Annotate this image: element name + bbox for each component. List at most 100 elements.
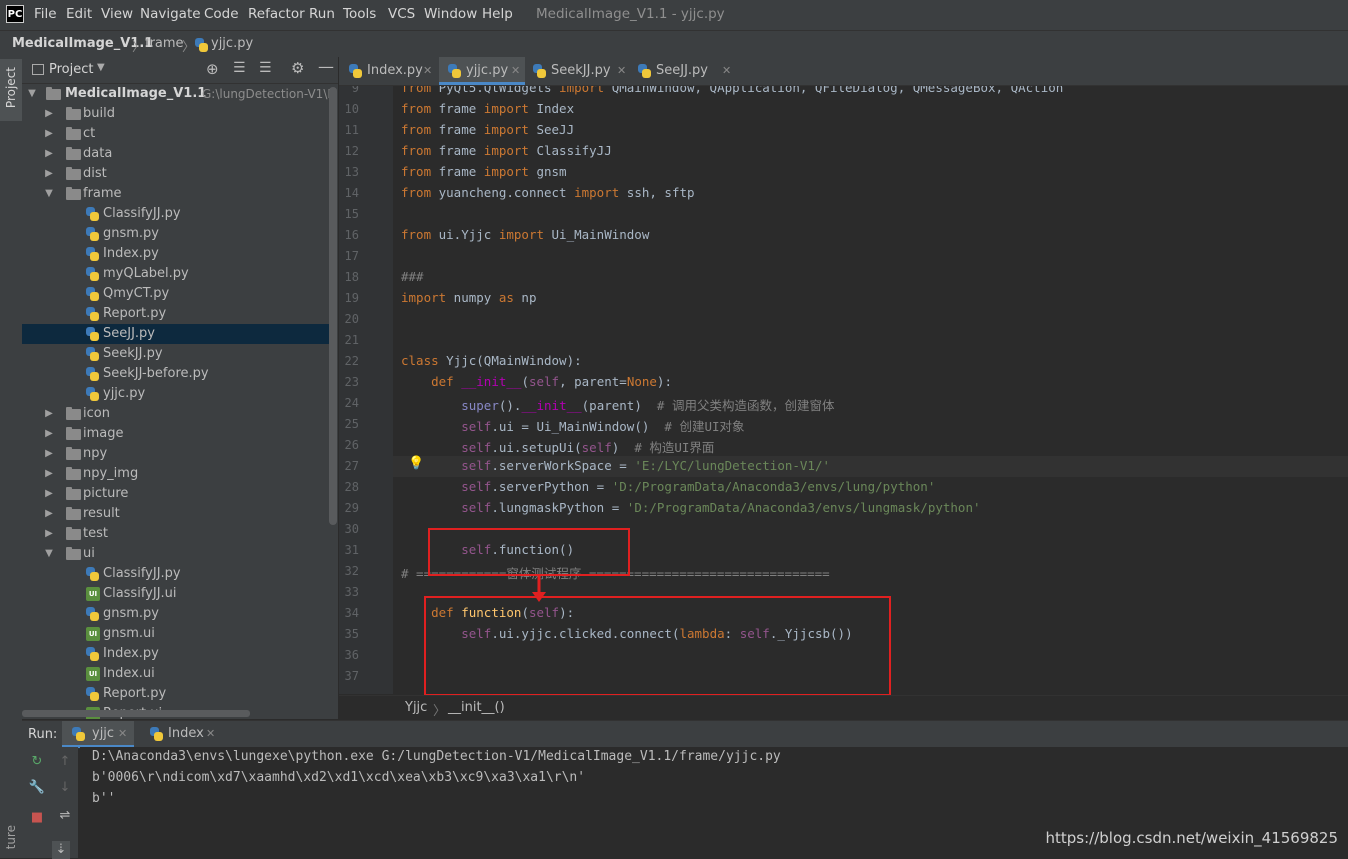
- editor-tab-bar: Index.py ✕ yjjc.py ✕ SeekJJ.py ✕ SeeJJ.p…: [339, 57, 1348, 86]
- line-number: 11: [344, 123, 359, 137]
- python-file-icon: [195, 38, 208, 52]
- code-lines: 9 from PyQt5.QtWidgets import QMainWindow…: [0, 86, 1348, 694]
- line-number: 36: [344, 648, 359, 662]
- code-line: from frame import gnsm: [401, 164, 567, 179]
- structure-tool-label[interactable]: ture: [4, 825, 18, 849]
- lightbulb-icon[interactable]: 💡: [408, 456, 424, 471]
- tab-seekjj-py[interactable]: SeekJJ.py ✕: [529, 57, 629, 85]
- watermark: https://blog.csdn.net/weixin_41569825: [1045, 829, 1338, 847]
- run-tab-bar: Run: yjjc ✕ Index ✕: [22, 720, 1348, 749]
- gear-icon[interactable]: ⚙: [291, 59, 304, 77]
- highlight-box-definition: [424, 596, 891, 696]
- code-line: super().__init__(parent) # 调用父类构造函数，创建窗体: [461, 398, 835, 413]
- console-line: b'': [92, 791, 116, 806]
- menubar: PC File Edit View Navigate Code Refactor…: [0, 0, 1348, 30]
- menu-edit[interactable]: Edit: [66, 6, 92, 22]
- code-line: ###: [401, 269, 424, 284]
- chevron-right-icon: 〉: [132, 40, 146, 55]
- menu-view[interactable]: View: [101, 6, 133, 22]
- code-line: class Yjjc(QMainWindow):: [401, 353, 582, 368]
- line-number: 37: [344, 669, 359, 683]
- python-file-icon: [349, 64, 362, 78]
- breadcrumb-method[interactable]: __init__(): [448, 700, 505, 715]
- chevron-down-icon[interactable]: ▼: [97, 62, 105, 73]
- console-line: D:\Anaconda3\envs\lungexe\python.exe G:/…: [92, 749, 781, 764]
- line-number: 17: [344, 249, 359, 263]
- menu-code[interactable]: Code: [204, 6, 239, 22]
- project-horizontal-scrollbar[interactable]: [22, 710, 250, 717]
- close-icon[interactable]: ✕: [206, 727, 215, 740]
- run-label: Run:: [28, 727, 58, 742]
- expand-all-icon[interactable]: ☰: [233, 60, 246, 76]
- console-line: b'0006\r\ndicom\xd7\xaamhd\xd2\xd1\xcd\x…: [92, 770, 586, 785]
- tab-index-py[interactable]: Index.py ✕: [339, 57, 437, 85]
- line-number: 32: [344, 564, 359, 578]
- python-file-icon: [638, 64, 651, 78]
- code-line: self.lungmaskPython = 'D:/ProgramData/An…: [461, 500, 981, 515]
- run-tab-label: Index: [168, 726, 204, 741]
- line-number: 13: [344, 165, 359, 179]
- line-number: 31: [344, 543, 359, 557]
- line-number: 26: [344, 438, 359, 452]
- chevron-right-icon: 〉: [182, 40, 196, 55]
- line-number: 33: [344, 585, 359, 599]
- nav-folder[interactable]: frame: [145, 36, 184, 51]
- close-icon[interactable]: ✕: [617, 57, 626, 85]
- editor-breadcrumb: Yjjc 〉 __init__(): [339, 695, 1348, 720]
- menu-refactor[interactable]: Refactor: [248, 6, 305, 22]
- menu-tools[interactable]: Tools: [343, 6, 376, 22]
- menu-help[interactable]: Help: [482, 6, 513, 22]
- line-number: 22: [344, 354, 359, 368]
- stop-icon[interactable]: ■: [28, 809, 46, 827]
- code-line: self.ui = Ui_MainWindow() # 创建UI对象: [461, 419, 745, 434]
- tab-yjjc-py[interactable]: yjjc.py ✕: [439, 57, 525, 85]
- python-file-icon: [150, 727, 163, 741]
- project-panel-title[interactable]: Project: [49, 62, 93, 77]
- line-number: 24: [344, 396, 359, 410]
- soft-wrap-icon[interactable]: ⇌: [56, 807, 74, 825]
- line-number: 15: [344, 207, 359, 221]
- line-number: 16: [344, 228, 359, 242]
- hide-panel-icon[interactable]: —: [318, 57, 334, 76]
- close-icon[interactable]: ✕: [722, 57, 731, 85]
- run-toolbar: ↻ 🔧 ■ ⇣ ↑ ↓ ⇌: [22, 747, 78, 859]
- chevron-right-icon: 〉: [433, 704, 447, 719]
- menu-vcs[interactable]: VCS: [388, 6, 415, 22]
- close-icon[interactable]: ✕: [511, 57, 520, 85]
- code-line: from yuancheng.connect import ssh, sftp: [401, 185, 695, 200]
- code-line: self.serverPython = 'D:/ProgramData/Anac…: [461, 479, 936, 494]
- breadcrumb-class[interactable]: Yjjc: [405, 700, 427, 715]
- close-icon[interactable]: ✕: [118, 727, 127, 740]
- arrow-down-icon[interactable]: ↓: [56, 779, 74, 797]
- menu-navigate[interactable]: Navigate: [140, 6, 201, 22]
- code-line: def __init__(self, parent=None):: [431, 374, 672, 389]
- nav-file[interactable]: yjjc.py: [211, 36, 253, 51]
- tab-label: SeeJJ.py: [656, 63, 708, 78]
- code-line: from frame import Index: [401, 101, 575, 116]
- pycharm-logo-icon: PC: [6, 5, 24, 23]
- line-number: 23: [344, 375, 359, 389]
- run-tab-index[interactable]: Index ✕: [140, 721, 224, 748]
- python-file-icon: [448, 64, 461, 78]
- red-arrow-icon: [532, 576, 546, 602]
- arrow-up-icon[interactable]: ↑: [56, 753, 74, 771]
- tab-label: yjjc.py: [466, 63, 509, 78]
- menu-run[interactable]: Run: [309, 6, 335, 22]
- scroll-to-end-icon[interactable]: ⇣: [52, 841, 70, 859]
- wrench-icon[interactable]: 🔧: [28, 779, 46, 797]
- project-panel-header: Project ▼ ⊕ ☰ ☰ ⚙ —: [22, 57, 339, 84]
- tab-seejj-py[interactable]: SeeJJ.py ✕: [634, 57, 734, 85]
- line-number: 27: [344, 459, 359, 473]
- menu-window[interactable]: Window: [424, 6, 477, 22]
- line-number: 34: [344, 606, 359, 620]
- rerun-icon[interactable]: ↻: [28, 753, 46, 771]
- code-line: import numpy as np: [401, 290, 537, 305]
- line-number: 18: [344, 270, 359, 284]
- window-title: MedicalImage_V1.1 - yjjc.py: [536, 6, 725, 22]
- locate-icon[interactable]: ⊕: [206, 60, 219, 78]
- run-tab-yjjc[interactable]: yjjc ✕: [62, 721, 134, 748]
- collapse-all-icon[interactable]: ☰: [259, 60, 272, 76]
- menu-file[interactable]: File: [34, 6, 57, 22]
- line-number: 19: [344, 291, 359, 305]
- close-icon[interactable]: ✕: [423, 57, 432, 85]
